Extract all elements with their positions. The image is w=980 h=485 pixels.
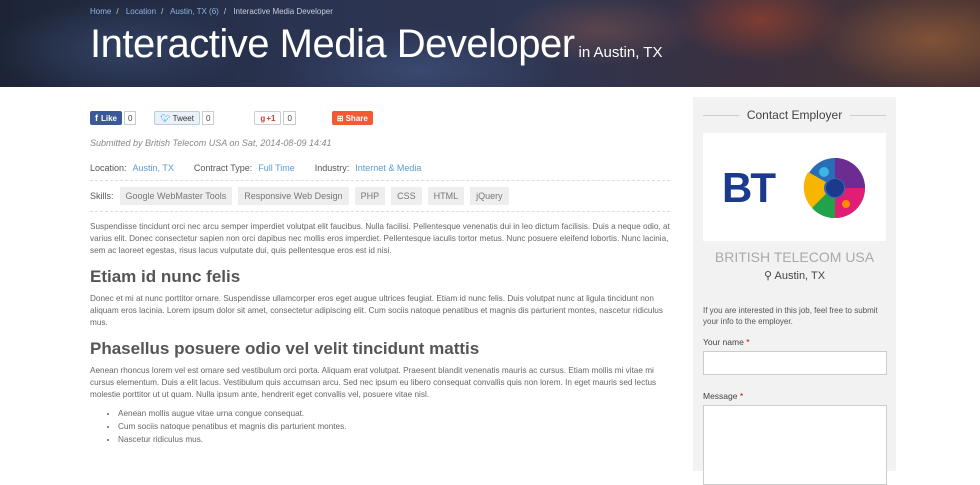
twitter-tweet[interactable]: 🐦︎ Tweet 0 (154, 111, 215, 125)
submitted-info: Submitted by British Telecom USA on Sat,… (90, 138, 332, 148)
tweet-count: 0 (201, 111, 215, 125)
meta-contract-label: Contract Type: (193, 163, 253, 173)
skill-tag[interactable]: PHP (354, 187, 386, 205)
job-location-subtitle: in Austin, TX (578, 44, 663, 61)
company-location-text: Austin, TX (774, 270, 826, 282)
description-paragraph: Aenean rhoncus lorem vel est ornare sed … (90, 366, 657, 399)
company-location: ⚲ Austin, TX (703, 269, 886, 282)
required-mark: * (739, 391, 744, 401)
googleplus-share[interactable]: g +1 0 (254, 111, 296, 125)
googleplus-icon: g (260, 113, 266, 123)
generic-share[interactable]: ⊞ Share (331, 111, 373, 125)
breadcrumb-separator: / (116, 7, 119, 16)
meta-location-label: Location: (90, 163, 127, 173)
list-item: Aenean mollis augue vitae urna congue co… (118, 407, 670, 420)
facebook-like-button[interactable]: f Like (90, 111, 123, 125)
skills-label: Skills: (90, 191, 114, 201)
skills-row: Skills: Google WebMaster Tools Responsiv… (90, 181, 670, 212)
facebook-like-label: Like (101, 113, 118, 123)
page-title: Interactive Media Developer in Austin, TX (90, 22, 662, 67)
facebook-like-count: 0 (124, 111, 137, 125)
required-mark: * (746, 337, 750, 347)
meta-industry: Industry: Internet & Media (315, 163, 422, 173)
facebook-like[interactable]: f Like 0 (90, 111, 137, 125)
share-button[interactable]: ⊞ Share (331, 111, 373, 125)
message-textarea[interactable] (703, 405, 887, 485)
skill-tag[interactable]: jQuery (470, 187, 509, 205)
googleplus-button[interactable]: g +1 (254, 111, 282, 125)
meta-location: Location: Austin, TX (90, 163, 174, 173)
tweet-label: Tweet (172, 113, 194, 123)
job-details: f Like 0 🐦︎ Tweet 0 g +1 0 ⊞ Share Submi… (90, 108, 670, 446)
contact-header: Contact Employer (703, 97, 886, 133)
name-label-text: Your name (703, 337, 744, 347)
name-label: Your name * (703, 337, 886, 347)
breadcrumb-city[interactable]: Austin, TX (6) (170, 7, 219, 16)
bt-logo-icon: BT (722, 158, 865, 219)
description-list: Aenean mollis augue vitae urna congue co… (118, 407, 670, 446)
meta-contract-link[interactable]: Full Time (258, 163, 295, 173)
description-paragraph: Suspendisse tincidunt orci nec arcu semp… (90, 222, 670, 255)
twitter-icon: 🐦︎ (160, 113, 171, 123)
logo-text: BT (722, 164, 776, 211)
contact-note: If you are interested in this job, feel … (703, 306, 878, 326)
breadcrumb-separator: / (223, 7, 227, 16)
skill-tag[interactable]: Google WebMaster Tools (119, 187, 233, 205)
share-icon: ⊞ (336, 113, 344, 123)
message-label: Message * (703, 391, 886, 401)
page-hero: Home / Location / Austin, TX (6) / Interact… (0, 0, 980, 87)
skill-tag[interactable]: HTML (427, 187, 465, 205)
breadcrumb-home[interactable]: Home (90, 7, 111, 16)
description-paragraph: Donec et mi at nunc porttitor ornare. Su… (90, 294, 663, 327)
list-item: Cum sociis natoque penatibus et magnis d… (118, 420, 670, 433)
skill-tag[interactable]: CSS (391, 187, 422, 205)
breadcrumb: Home / Location / Austin, TX (6) / Interact… (90, 7, 333, 16)
map-marker-icon: ⚲ (763, 270, 773, 282)
meta-industry-label: Industry: (314, 163, 350, 173)
description-heading: Phasellus posuere odio vel velit tincidu… (90, 339, 480, 358)
skill-tag[interactable]: Responsive Web Design (238, 187, 349, 205)
company-logo: BT (703, 133, 886, 241)
job-meta: Location: Austin, TX Contract Type: Full T… (90, 163, 670, 181)
divider (703, 114, 739, 116)
breadcrumb-current: Interactive Media Developer (233, 7, 333, 16)
googleplus-count: 0 (283, 111, 296, 125)
meta-contract: Contract Type: Full Time (194, 163, 295, 173)
name-input[interactable] (703, 351, 887, 375)
meta-industry-link[interactable]: Internet & Media (355, 163, 421, 173)
tweet-button[interactable]: 🐦︎ Tweet (154, 111, 200, 125)
facebook-icon: f (95, 113, 98, 123)
company-name[interactable]: BRITISH TELECOM USA (703, 249, 886, 265)
share-bar: f Like 0 🐦︎ Tweet 0 g +1 0 ⊞ Share (90, 108, 670, 128)
contact-title: Contact Employer (746, 108, 843, 122)
breadcrumb-location[interactable]: Location (126, 7, 156, 16)
job-title: Interactive Media Developer (90, 22, 575, 66)
divider (850, 114, 886, 116)
googleplus-label: +1 (266, 113, 276, 123)
contact-sidebar: Contact Employer BT BRITISH TELECOM USA … (693, 97, 896, 485)
list-item: Nascetur ridiculus mus. (118, 433, 670, 446)
meta-location-link[interactable]: Austin, TX (133, 163, 174, 173)
share-label: Share (345, 113, 368, 123)
message-label-text: Message (703, 391, 738, 401)
description-heading: Etiam id nunc felis (90, 267, 241, 286)
breadcrumb-separator: / (161, 7, 164, 16)
